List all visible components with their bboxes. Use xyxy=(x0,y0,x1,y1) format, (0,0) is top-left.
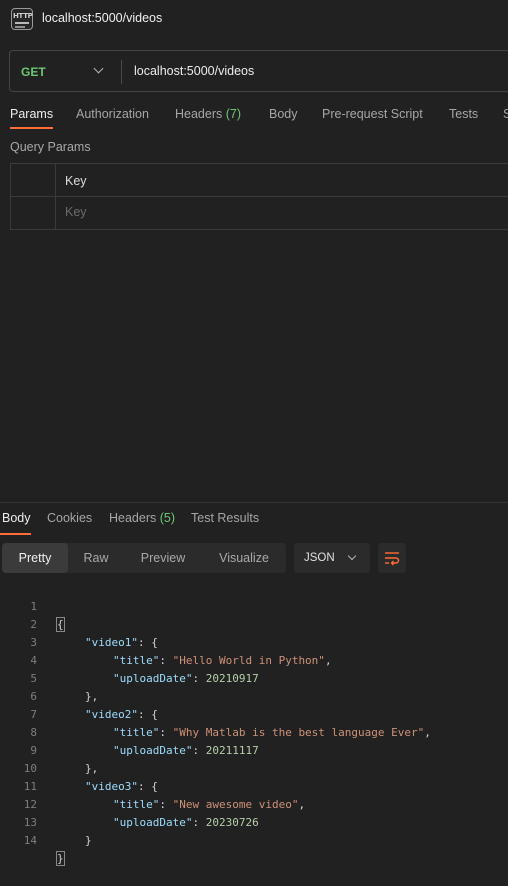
tab-body[interactable]: Body xyxy=(269,107,298,121)
response-divider[interactable] xyxy=(0,502,508,503)
tab-response-headers-label: Headers xyxy=(109,511,157,525)
url-input[interactable]: localhost:5000/videos xyxy=(134,64,254,78)
code-line: 9 }, xyxy=(0,724,508,775)
code-line: 11 "title": "New awesome video", xyxy=(0,760,508,811)
pretty-button[interactable]: Pretty xyxy=(2,543,68,573)
code-line: 5 }, xyxy=(0,652,508,703)
code-line: 12 "uploadDate": 20230726 xyxy=(0,778,508,829)
language-select-value: JSON xyxy=(304,552,335,564)
tab-response-headers[interactable]: Headers (5) xyxy=(109,511,175,525)
tab-test-results[interactable]: Test Results xyxy=(191,511,259,525)
language-select[interactable]: JSON xyxy=(294,543,370,573)
key-column-header: Key xyxy=(65,174,87,188)
format-toggle-group: Pretty Raw Preview Visualize xyxy=(2,543,286,573)
query-params-title: Query Params xyxy=(10,140,91,154)
request-tabs: Params Authorization Headers (7) Body Pr… xyxy=(0,106,508,129)
tab-authorization[interactable]: Authorization xyxy=(76,107,149,121)
line-number: 14 xyxy=(23,834,37,847)
preview-button[interactable]: Preview xyxy=(128,543,198,573)
tab-settings[interactable]: S xyxy=(503,107,508,121)
response-headers-count-badge: (5) xyxy=(159,511,176,525)
request-tab-header: HTTP localhost:5000/videos xyxy=(0,0,508,38)
active-response-tab-indicator xyxy=(0,533,31,535)
raw-button[interactable]: Raw xyxy=(68,543,124,573)
code-line: 14 } xyxy=(0,814,508,866)
code-line: 6 "video2": { xyxy=(0,670,508,721)
tab-cookies[interactable]: Cookies xyxy=(47,511,92,525)
wrap-lines-button[interactable] xyxy=(378,543,406,573)
active-tab-indicator xyxy=(10,127,53,129)
tab-response-body[interactable]: Body xyxy=(2,511,31,525)
http-icon: HTTP xyxy=(11,8,33,30)
code-line: 7 "title": "Why Matlab is the best langu… xyxy=(0,688,508,739)
visualize-button[interactable]: Visualize xyxy=(206,543,282,573)
tab-tests[interactable]: Tests xyxy=(449,107,478,121)
tab-title: localhost:5000/videos xyxy=(42,11,163,25)
tab-prerequest-script[interactable]: Pre-request Script xyxy=(322,107,423,121)
tab-params[interactable]: Params xyxy=(10,107,53,121)
code-line: 13 } xyxy=(0,796,508,847)
chevron-down-icon xyxy=(347,551,357,561)
query-params-table: Key Key xyxy=(10,163,508,230)
checkbox-column xyxy=(55,164,56,229)
tab-headers-label: Headers xyxy=(175,107,223,121)
url-bar: GET localhost:5000/videos xyxy=(9,50,508,92)
key-input[interactable]: Key xyxy=(65,205,87,219)
code-line: 8 "uploadDate": 20211117 xyxy=(0,706,508,757)
method-select[interactable]: GET xyxy=(21,65,46,79)
code-line: 4 "uploadDate": 20210917 xyxy=(0,634,508,685)
divider xyxy=(121,60,122,84)
wrap-lines-icon xyxy=(385,552,400,566)
code-line: 2 "video1": { xyxy=(0,598,508,649)
json-brace: } xyxy=(56,851,65,866)
headers-count-badge: (7) xyxy=(225,107,242,121)
chevron-down-icon[interactable] xyxy=(93,63,104,74)
code-line: 3 "title": "Hello World in Python", xyxy=(0,616,508,667)
tab-headers[interactable]: Headers (7) xyxy=(175,107,241,121)
response-tabs: Body Cookies Headers (5) Test Results xyxy=(0,510,508,535)
code-line: 1 { xyxy=(0,580,508,632)
json-punct: } xyxy=(85,834,92,847)
code-line: 10 "video3": { xyxy=(0,742,508,793)
